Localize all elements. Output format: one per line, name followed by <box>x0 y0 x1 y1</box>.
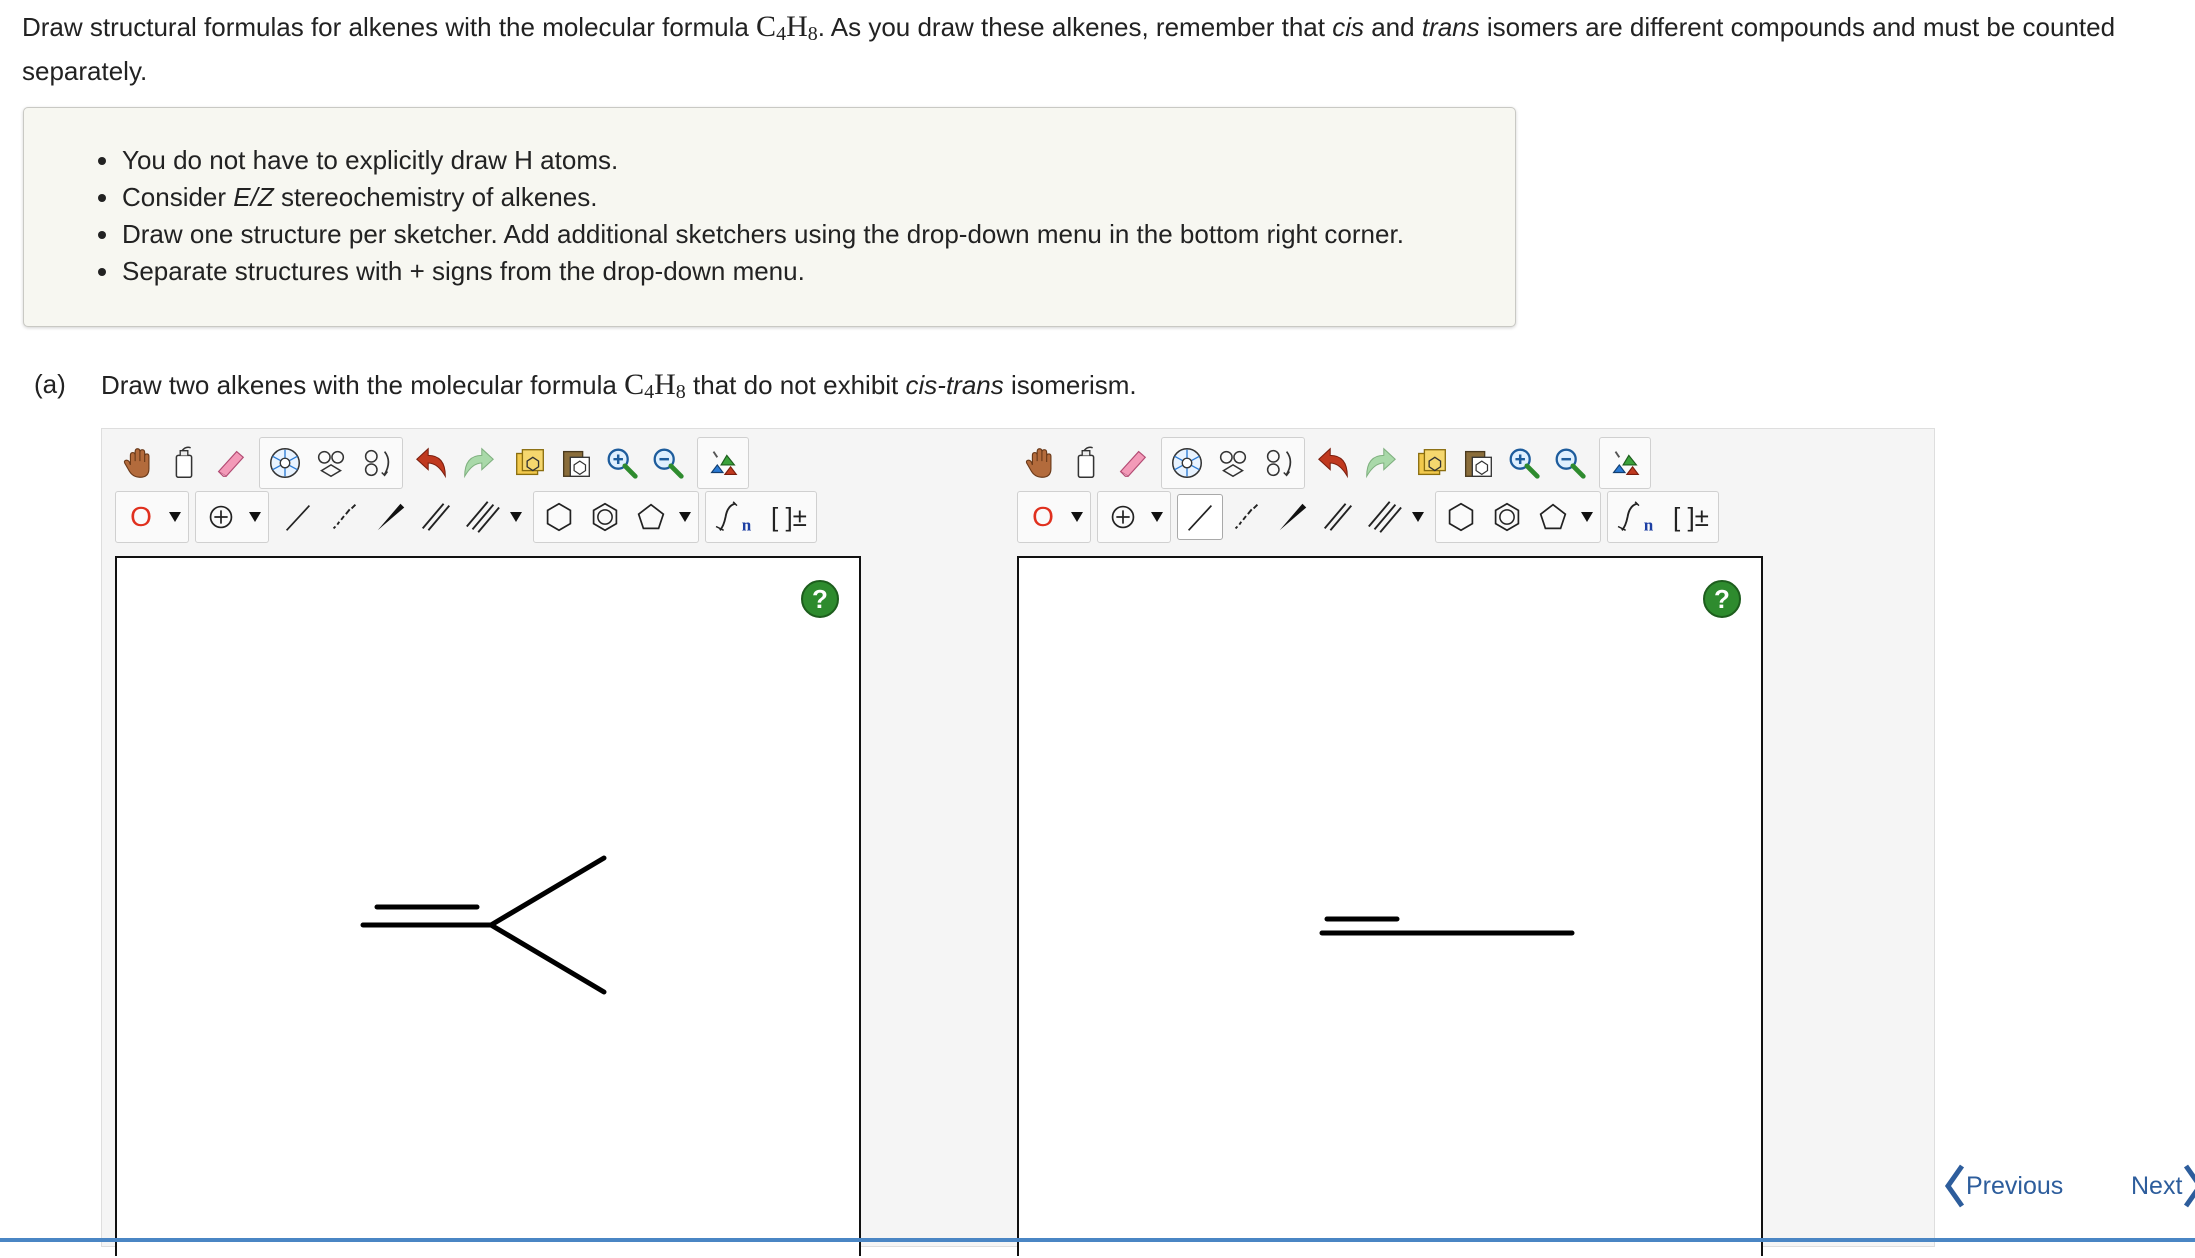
caret-down-icon[interactable] <box>164 494 186 540</box>
sgroup-icon[interactable]: n <box>1610 494 1666 540</box>
hand-icon[interactable] <box>1017 440 1063 486</box>
zoom-out-icon[interactable] <box>645 440 691 486</box>
main-toolbar <box>1017 437 1657 489</box>
paste-icon[interactable] <box>1455 440 1501 486</box>
clean-icon[interactable] <box>1602 440 1648 486</box>
caret-down-icon[interactable] <box>244 494 266 540</box>
formula-c4h8: C4H8 <box>624 368 686 403</box>
cyclopentane-icon[interactable] <box>1530 494 1576 540</box>
template-icon[interactable] <box>1164 440 1210 486</box>
sketcher-1: O n [ ]± ? <box>101 432 901 1256</box>
triple-bond-icon[interactable] <box>459 494 505 540</box>
undo-icon[interactable] <box>1311 440 1357 486</box>
double-bond-icon[interactable] <box>413 494 459 540</box>
single-bond-icon[interactable] <box>1177 494 1223 540</box>
eraser-icon[interactable] <box>207 440 253 486</box>
single-bond-icon[interactable] <box>275 494 321 540</box>
sgroup-icon[interactable]: n <box>708 494 764 540</box>
caret-down-icon[interactable] <box>1407 494 1429 540</box>
next-button[interactable]: Next <box>2131 1164 2195 1208</box>
dashed-bond-icon[interactable] <box>1223 494 1269 540</box>
undo-icon[interactable] <box>409 440 455 486</box>
benzene-icon[interactable] <box>582 494 628 540</box>
dashed-bond-icon[interactable] <box>321 494 367 540</box>
note-item: Separate structures with + signs from th… <box>98 253 1404 290</box>
wedge-bond-icon[interactable] <box>367 494 413 540</box>
note-item: Draw one structure per sketcher. Add add… <box>98 216 1404 253</box>
chevron-right-icon <box>2184 1164 2195 1208</box>
chevron-left-icon <box>1944 1164 1965 1208</box>
svg-text:n: n <box>742 515 752 534</box>
note-item: Consider E/Z stereochemistry of alkenes. <box>98 179 1404 216</box>
template-icon[interactable] <box>262 440 308 486</box>
drawing-toolbar: O n [ ]± <box>115 491 823 543</box>
rotate-icon[interactable] <box>1256 440 1302 486</box>
zoom-out-icon[interactable] <box>1547 440 1593 486</box>
molecule-structure <box>360 855 607 995</box>
clear-icon[interactable] <box>1063 440 1109 486</box>
cyclopentane-icon[interactable] <box>628 494 674 540</box>
redo-icon[interactable] <box>455 440 501 486</box>
sketcher-2: O n [ ]± ? <box>1003 432 1803 1256</box>
bond-line <box>488 922 607 995</box>
caret-down-icon[interactable] <box>674 494 696 540</box>
atom-selector[interactable]: O <box>118 494 164 540</box>
copy-icon[interactable] <box>1409 440 1455 486</box>
caret-down-icon[interactable] <box>505 494 527 540</box>
rotate-icon[interactable] <box>354 440 400 486</box>
zoom-in-icon[interactable] <box>1501 440 1547 486</box>
ring-template-icon[interactable] <box>308 440 354 486</box>
caret-down-icon[interactable] <box>1146 494 1168 540</box>
question-label: (a) <box>34 369 66 399</box>
bracket-icon[interactable]: [ ]± <box>764 494 814 540</box>
hand-icon[interactable] <box>115 440 161 486</box>
drawing-toolbar: O n [ ]± <box>1017 491 1725 543</box>
caret-down-icon[interactable] <box>1576 494 1598 540</box>
eraser-icon[interactable] <box>1109 440 1155 486</box>
caret-down-icon[interactable] <box>1066 494 1088 540</box>
wedge-bond-icon[interactable] <box>1269 494 1315 540</box>
copy-icon[interactable] <box>507 440 553 486</box>
main-toolbar <box>115 437 755 489</box>
ring-template-icon[interactable] <box>1210 440 1256 486</box>
molecule-structure <box>1319 916 1575 936</box>
redo-icon[interactable] <box>1357 440 1403 486</box>
notes-box: You do not have to explicitly draw H ato… <box>23 107 1516 327</box>
cyclohexane-icon[interactable] <box>1438 494 1484 540</box>
zoom-in-icon[interactable] <box>599 440 645 486</box>
bracket-icon[interactable]: [ ]± <box>1666 494 1716 540</box>
triple-bond-icon[interactable] <box>1361 494 1407 540</box>
charge-icon[interactable] <box>198 494 244 540</box>
bond-line <box>488 855 607 928</box>
clear-icon[interactable] <box>161 440 207 486</box>
svg-text:n: n <box>1644 515 1654 534</box>
bottom-divider <box>0 1238 2195 1242</box>
note-item: You do not have to explicitly draw H ato… <box>98 142 1404 179</box>
formula-c4h8: C4H8 <box>756 10 818 45</box>
clean-icon[interactable] <box>700 440 746 486</box>
charge-icon[interactable] <box>1100 494 1146 540</box>
paste-icon[interactable] <box>553 440 599 486</box>
previous-button[interactable]: Previous <box>1944 1164 2063 1208</box>
benzene-icon[interactable] <box>1484 494 1530 540</box>
drawing-canvas[interactable]: ? <box>115 556 861 1256</box>
atom-selector[interactable]: O <box>1020 494 1066 540</box>
double-bond-icon[interactable] <box>1315 494 1361 540</box>
drawing-canvas[interactable]: ? <box>1017 556 1763 1256</box>
instructions-text: Draw structural formulas for alkenes wit… <box>22 10 2116 86</box>
cyclohexane-icon[interactable] <box>536 494 582 540</box>
question-text: Draw two alkenes with the molecular form… <box>101 368 1137 403</box>
